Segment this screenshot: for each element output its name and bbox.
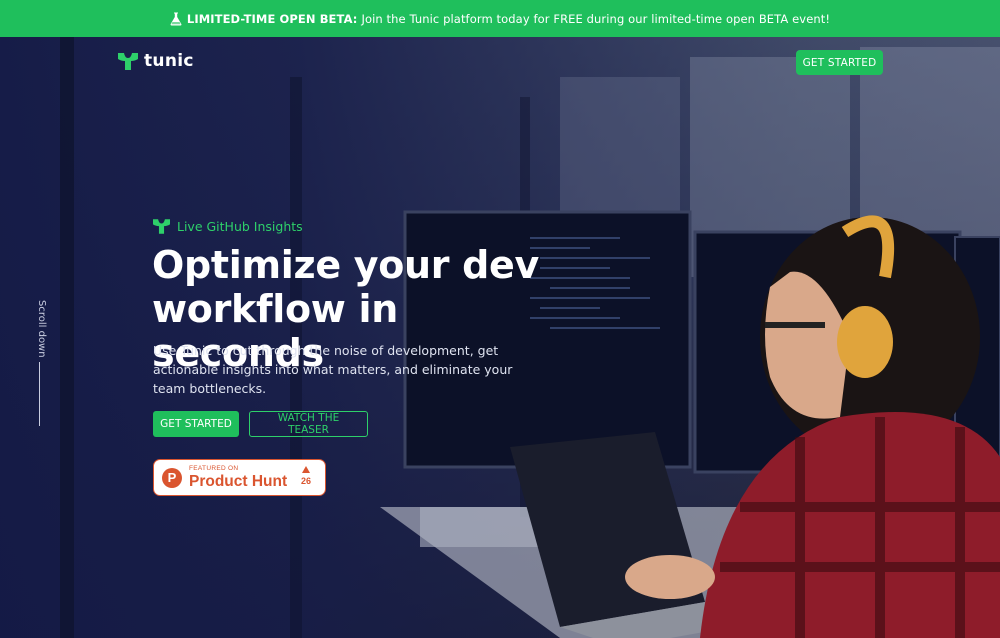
tunic-logo[interactable]: tunic: [118, 51, 194, 71]
upvote-arrow-icon: [301, 466, 310, 473]
tunic-icon: [153, 219, 170, 234]
product-hunt-logo-icon: P: [162, 467, 182, 488]
flask-icon: [170, 12, 182, 26]
announcement-bar: LIMITED-TIME OPEN BETA: Join the Tunic p…: [0, 0, 1000, 37]
hero-get-started-button[interactable]: GET STARTED: [153, 411, 239, 437]
hero-subcopy: Use Tunic to cut through the noise of de…: [153, 343, 513, 396]
scroll-down-label: Scroll down: [36, 300, 47, 358]
nav-get-started-button[interactable]: GET STARTED: [796, 50, 883, 75]
upvote-count: 26: [300, 476, 311, 486]
product-hunt-name: Product Hunt: [189, 473, 288, 490]
announcement-bold: LIMITED-TIME OPEN BETA:: [186, 11, 358, 26]
product-hunt-badge[interactable]: P FEATURED ON Product Hunt 26: [153, 459, 326, 496]
announcement-text[interactable]: Join the Tunic platform today for FREE d…: [361, 12, 830, 26]
logo-text: tunic: [144, 51, 194, 71]
eyebrow-text: Live GitHub Insights: [177, 219, 303, 234]
featured-on-label: FEATURED ON: [189, 464, 239, 472]
tunic-logo-icon: [118, 52, 138, 70]
headline-line-1: Optimize your dev: [152, 243, 539, 287]
scroll-down-line: [39, 362, 40, 426]
hero-section: tunic GET STARTED Scroll down Live GitHu…: [0, 37, 1000, 638]
scroll-down-indicator[interactable]: Scroll down: [25, 300, 55, 430]
watch-teaser-button[interactable]: WATCH THE TEASER: [249, 411, 368, 437]
hero-eyebrow: Live GitHub Insights: [153, 219, 303, 234]
product-hunt-text: FEATURED ON Product Hunt: [189, 464, 288, 490]
upvote-counter: 26: [301, 466, 311, 486]
